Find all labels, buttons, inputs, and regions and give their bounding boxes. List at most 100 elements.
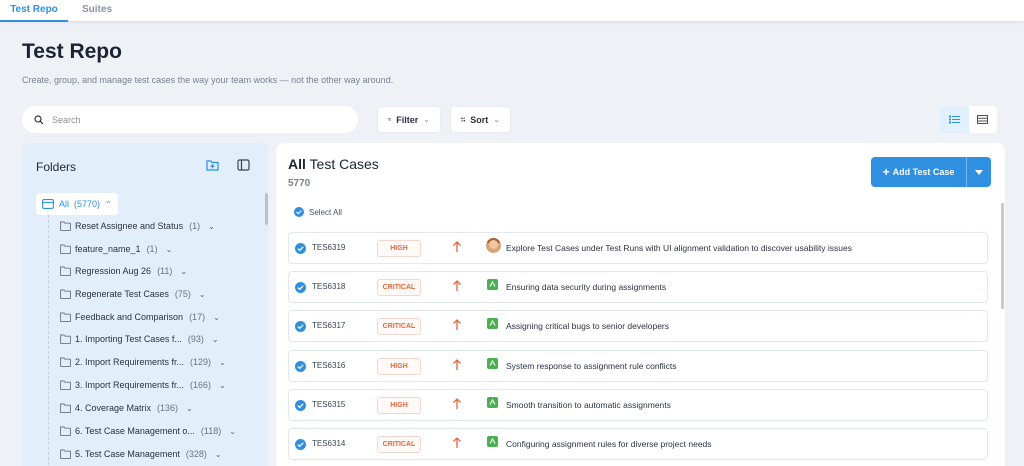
chevron-down-icon[interactable]: ⌄	[215, 450, 222, 459]
test-case-id: TES6314	[312, 439, 346, 448]
test-case-id: TES6317	[312, 321, 346, 330]
check-circle-icon[interactable]	[295, 361, 306, 372]
ai-generated-icon	[487, 358, 498, 369]
test-case-title[interactable]: Assigning critical bugs to senior develo…	[506, 321, 669, 331]
folder-icon	[60, 403, 71, 413]
plus-icon: +	[882, 165, 890, 179]
test-cases-count: 5770	[288, 178, 311, 189]
tab-suites[interactable]: Suites	[82, 0, 112, 22]
priority-badge: HIGH	[377, 240, 421, 257]
chevron-down-icon: ⌄	[493, 115, 500, 124]
check-circle-icon[interactable]	[295, 282, 306, 293]
add-folder-icon[interactable]	[206, 159, 219, 171]
check-circle-icon[interactable]	[294, 207, 304, 217]
chevron-down-icon[interactable]: ⌄	[199, 290, 206, 299]
folder-icon	[60, 312, 71, 322]
sort-button[interactable]: Sort ⌄	[450, 106, 511, 133]
arrow-up-icon	[453, 359, 461, 370]
chevron-down-icon[interactable]: ⌄	[219, 381, 226, 390]
title-rest: Test Cases	[305, 156, 379, 172]
check-circle-icon[interactable]	[295, 243, 306, 254]
test-case-title[interactable]: Configuring assignment rules for diverse…	[506, 439, 712, 449]
folder-item[interactable]: Regenerate Test Cases (75) ⌄	[60, 285, 206, 303]
add-options-dropdown[interactable]	[966, 157, 991, 187]
folder-item[interactable]: Reset Assignee and Status (1) ⌄	[60, 217, 215, 235]
folder-icon	[60, 334, 71, 344]
test-case-title[interactable]: Ensuring data security during assignment…	[506, 282, 666, 292]
folder-item[interactable]: 2. Import Requirements fr... (129) ⌄	[60, 353, 226, 371]
folder-icon	[60, 426, 71, 436]
test-case-id: TES6318	[312, 282, 346, 291]
folder-item-count: (11)	[157, 266, 173, 276]
test-case-row[interactable]: TES6319 HIGH Explore Test Cases under Te…	[288, 232, 988, 264]
folder-item-count: (17)	[189, 312, 206, 322]
caret-down-icon	[975, 169, 983, 175]
list-view-button[interactable]	[940, 106, 969, 133]
folder-item-count: (75)	[174, 289, 191, 299]
chevron-down-icon[interactable]: ⌄	[212, 335, 219, 344]
arrow-up-icon	[453, 398, 461, 409]
folder-item[interactable]: Feedback and Comparison (17) ⌄	[60, 308, 220, 326]
filter-button[interactable]: Filter ⌄	[377, 106, 441, 133]
folder-item-count: (328)	[185, 449, 207, 459]
folder-item-label: 3. Import Requirements fr...	[75, 380, 185, 390]
search-icon	[34, 114, 44, 124]
collapse-panel-icon[interactable]	[237, 159, 250, 171]
search-input[interactable]	[52, 114, 332, 125]
sort-label: Sort	[470, 114, 489, 125]
check-circle-icon[interactable]	[295, 400, 306, 411]
folder-item-count: (129)	[190, 357, 212, 367]
folder-item[interactable]: 3. Import Requirements fr... (166) ⌄	[60, 376, 226, 394]
chevron-down-icon[interactable]: ⌄	[180, 267, 187, 276]
tree-guide-line	[48, 215, 49, 466]
folder-item-label: 4. Coverage Matrix	[75, 403, 152, 413]
test-case-title[interactable]: System response to assignment rule confl…	[506, 361, 677, 371]
tab-test-repo[interactable]: Test Repo	[0, 0, 68, 22]
folder-all-label: All	[59, 199, 70, 209]
chevron-down-icon[interactable]: ⌄	[229, 427, 236, 436]
table-view-button[interactable]	[969, 106, 998, 133]
test-case-row[interactable]: TES6315 HIGH Smooth transition to automa…	[288, 389, 988, 421]
test-case-title[interactable]: Explore Test Cases under Test Runs with …	[506, 243, 852, 253]
folder-item[interactable]: 6. Test Case Management o... (118) ⌄	[60, 422, 236, 440]
check-circle-icon[interactable]	[295, 439, 306, 450]
chevron-down-icon[interactable]: ⌄	[208, 222, 215, 231]
priority-badge: CRITICAL	[377, 318, 421, 335]
test-case-row[interactable]: TES6317 CRITICAL Assigning critical bugs…	[288, 310, 988, 342]
test-case-row[interactable]: TES6316 HIGH System response to assignme…	[288, 350, 988, 382]
add-test-case-label: Add Test Case	[892, 167, 955, 177]
sort-icon	[461, 117, 466, 122]
test-case-row[interactable]: TES6318 CRITICAL Ensuring data security …	[288, 271, 988, 303]
folder-item-count: (1)	[189, 221, 201, 231]
folder-item[interactable]: 1. Importing Test Cases f... (93) ⌄	[60, 330, 219, 348]
folder-item-count: (166)	[190, 380, 212, 390]
list-view-icon	[948, 115, 960, 124]
cases-scrollbar[interactable]	[1001, 203, 1004, 309]
check-circle-icon[interactable]	[295, 321, 306, 332]
add-test-case-button[interactable]: + Add Test Case	[871, 157, 966, 187]
folder-icon	[60, 380, 71, 390]
folder-item[interactable]: feature_name_1 (1) ⌄	[60, 240, 172, 258]
folder-item[interactable]: 5. Test Case Management (328) ⌄	[60, 445, 222, 463]
folder-item[interactable]: 4. Coverage Matrix (136) ⌄	[60, 399, 193, 417]
test-case-id: TES6319	[312, 243, 346, 252]
folder-item[interactable]: Regression Aug 26 (11) ⌄	[60, 262, 187, 280]
chevron-up-icon[interactable]: ⌃	[105, 200, 112, 209]
folder-item-label: Feedback and Comparison	[75, 312, 184, 322]
ai-generated-icon	[487, 397, 498, 408]
test-case-title[interactable]: Smooth transition to automatic assignmen…	[506, 400, 671, 410]
chevron-down-icon[interactable]: ⌄	[213, 313, 220, 322]
chevron-down-icon[interactable]: ⌄	[166, 245, 173, 254]
chevron-down-icon[interactable]: ⌄	[219, 358, 226, 367]
folders-scrollbar[interactable]	[265, 193, 268, 225]
test-case-row[interactable]: TES6314 CRITICAL Configuring assignment …	[288, 428, 988, 460]
folders-title: Folders	[36, 160, 77, 174]
select-all[interactable]: Select All	[294, 207, 342, 217]
priority-badge: HIGH	[377, 397, 421, 414]
chevron-down-icon[interactable]: ⌄	[186, 404, 193, 413]
search-box[interactable]	[22, 106, 358, 133]
ai-generated-icon	[487, 436, 498, 447]
folder-all[interactable]: All (5770) ⌃	[36, 193, 118, 215]
page-subtitle: Create, group, and manage test cases the…	[22, 75, 394, 85]
arrow-up-icon	[453, 437, 461, 448]
